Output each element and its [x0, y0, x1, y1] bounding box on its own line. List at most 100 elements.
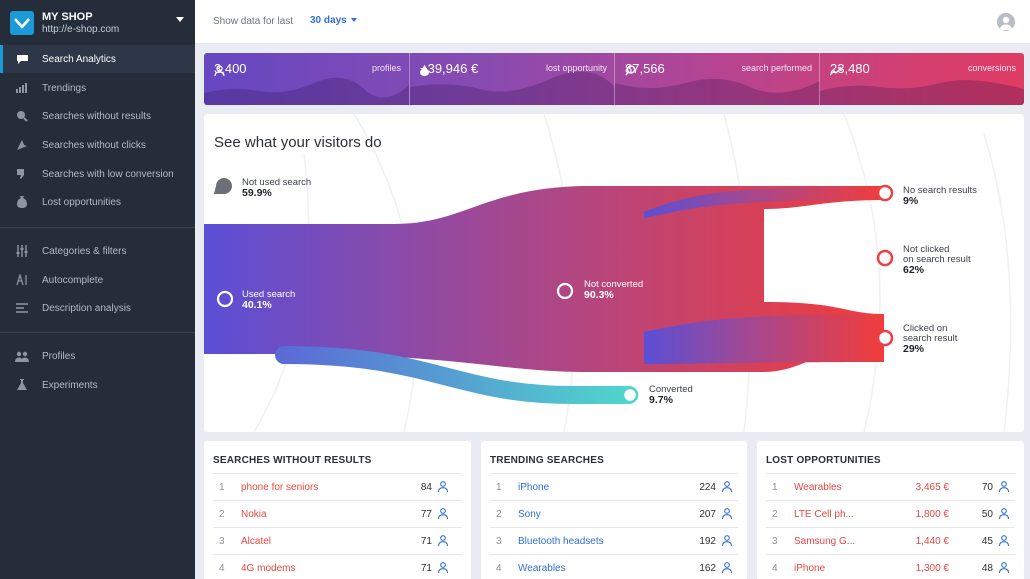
- person-icon[interactable]: [998, 562, 1010, 576]
- stat-label: search performed: [741, 63, 812, 73]
- person-icon[interactable]: [721, 508, 733, 522]
- person-icon[interactable]: [721, 535, 733, 549]
- person-icon[interactable]: [998, 481, 1010, 495]
- stats-bar: 3,400 profiles −39,946 € lost opportunit…: [204, 53, 1024, 105]
- sidebar-item-label: Searches with low conversion: [42, 169, 174, 180]
- sidebar-item-label: Searches without results: [42, 111, 151, 122]
- money-drop-icon: [420, 65, 429, 76]
- table-row[interactable]: 1 phone for seniors 84: [213, 473, 462, 500]
- shop-name: MY SHOP: [42, 11, 93, 23]
- stat-conversions[interactable]: 23,480 conversions: [820, 53, 1024, 105]
- chevron-down-icon: [350, 18, 357, 23]
- sidebar-item-label: Trendings: [42, 83, 87, 94]
- sidebar-item-label: Lost opportunities: [42, 197, 121, 208]
- funnel-title: See what your visitors do: [214, 134, 382, 151]
- sidebar-item-searches-without-clicks[interactable]: Searches without clicks: [0, 131, 195, 159]
- person-icon[interactable]: [721, 562, 733, 576]
- chat-icon: [15, 53, 29, 65]
- main-content: 3,400 profiles −39,946 € lost opportunit…: [195, 44, 1030, 579]
- stat-label: profiles: [371, 63, 401, 73]
- sidebar-item-label: Experiments: [42, 380, 98, 391]
- sidebar-item-trendings[interactable]: Trendings: [0, 74, 195, 102]
- table-row[interactable]: 3 Alcatel 71: [213, 527, 462, 554]
- table-row[interactable]: 3 Bluetooth headsets 192: [490, 527, 738, 554]
- date-range-select[interactable]: 30 days: [310, 15, 357, 26]
- sidebar-divider: [0, 332, 195, 333]
- sidebar-item-description-analysis[interactable]: Description analysis: [0, 294, 195, 322]
- not-used-marker: [214, 178, 232, 194]
- date-range-label: Show data for last: [213, 16, 294, 27]
- bar-chart-icon: [15, 82, 29, 94]
- person-icon[interactable]: [437, 481, 449, 495]
- sidebar-item-label: Profiles: [42, 351, 76, 362]
- person-icon[interactable]: [721, 481, 733, 495]
- stat-label: lost opportunity: [545, 63, 607, 73]
- stat-profiles[interactable]: 3,400 profiles: [204, 53, 409, 105]
- panel-trending-searches: TRENDING SEARCHES 1 iPhone 224 2 Sony 207 3B…: [481, 441, 747, 579]
- search-icon: [625, 65, 636, 76]
- sidebar-item-autocomplete[interactable]: Autocomplete: [0, 266, 195, 294]
- sidebar-item-low-conversion[interactable]: Searches with low conversion: [0, 160, 195, 188]
- sidebar-item-label: Search Analytics: [42, 54, 116, 65]
- sidebar-item-label: Description analysis: [42, 303, 131, 314]
- sliders-icon: [15, 245, 29, 257]
- panel-title: TRENDING SEARCHES: [490, 455, 604, 466]
- money-bag-icon: [15, 196, 29, 208]
- person-icon[interactable]: [437, 535, 449, 549]
- panel-title: LOST OPPORTUNITIES: [766, 455, 881, 466]
- panel-lost-opportunities: LOST OPPORTUNITIES 1 Wearables 3,465 €70 2…: [757, 441, 1024, 579]
- sidebar-divider: [0, 227, 195, 228]
- users-icon: [15, 350, 29, 362]
- table-row[interactable]: 4 4G modems 71: [213, 554, 462, 579]
- sidebar-item-search-analytics[interactable]: Search Analytics: [0, 45, 195, 73]
- person-icon[interactable]: [437, 562, 449, 576]
- node-not-used-search: Not used search 59.9%: [242, 177, 312, 199]
- text-cursor-icon: [15, 274, 29, 286]
- node-not-clicked: Not clicked on search result 62%: [903, 244, 971, 276]
- person-icon[interactable]: [998, 535, 1010, 549]
- table-row[interactable]: 2 Nokia 77: [213, 500, 462, 527]
- person-icon[interactable]: [998, 508, 1010, 522]
- cursor-off-icon: [15, 139, 29, 151]
- chevron-down-icon[interactable]: [176, 17, 184, 22]
- node-no-search-results: No search results 9%: [903, 185, 977, 207]
- panel-title: SEARCHES WITHOUT RESULTS: [213, 455, 372, 466]
- sidebar-item-label: Categories & filters: [42, 246, 127, 257]
- logo-icon: [10, 11, 34, 35]
- sidebar-item-label: Searches without clicks: [42, 140, 146, 151]
- node-used-search: Used search 40.1%: [242, 289, 296, 311]
- table-row[interactable]: 3 Samsung G... 1,440 €45: [766, 527, 1015, 554]
- thumbs-down-icon: [15, 168, 29, 180]
- table-row[interactable]: 4 iPhone 1,300 €48: [766, 554, 1015, 579]
- stat-label: conversions: [967, 63, 1016, 73]
- sidebar: MY SHOP http://e-shop.com Search Analyti…: [0, 0, 195, 579]
- table-row[interactable]: 1 Wearables 3,465 €70: [766, 473, 1015, 500]
- node-converted: Converted 9.7%: [649, 384, 693, 406]
- visitor-funnel-card: See what your visitors do Not used searc…: [204, 114, 1024, 432]
- shop-switcher[interactable]: MY SHOP http://e-shop.com: [10, 9, 190, 39]
- avatar[interactable]: [997, 13, 1015, 31]
- stat-lost-opportunity[interactable]: −39,946 € lost opportunity: [410, 53, 615, 105]
- top-bar: Show data for last 30 days: [195, 0, 1030, 44]
- sidebar-item-label: Autocomplete: [42, 275, 104, 286]
- search-x-icon: [15, 110, 29, 122]
- lines-icon: [15, 302, 29, 314]
- sidebar-item-categories-filters[interactable]: Categories & filters: [0, 237, 195, 265]
- table-row[interactable]: 1 iPhone 224: [490, 473, 738, 500]
- table-row[interactable]: 2 Sony 207: [490, 500, 738, 527]
- funnel-diagram: [204, 114, 1012, 432]
- sidebar-item-experiments[interactable]: Experiments: [0, 371, 195, 399]
- flask-icon: [15, 379, 29, 391]
- node-clicked: Clicked on search result 29%: [903, 323, 958, 355]
- sidebar-item-profiles[interactable]: Profiles: [0, 342, 195, 370]
- trend-up-icon: [830, 67, 842, 76]
- stat-searches[interactable]: 87,566 search performed: [615, 53, 820, 105]
- person-icon[interactable]: [437, 508, 449, 522]
- table-row[interactable]: 2 LTE Cell ph... 1,800 €50: [766, 500, 1015, 527]
- panel-searches-without-results: SEARCHES WITHOUT RESULTS 1 phone for seni…: [204, 441, 471, 579]
- node-not-converted: Not converted 90.3%: [584, 279, 644, 301]
- sidebar-item-searches-without-results[interactable]: Searches without results: [0, 102, 195, 130]
- shop-url: http://e-shop.com: [42, 24, 120, 35]
- sidebar-item-lost-opportunities[interactable]: Lost opportunities: [0, 188, 195, 216]
- table-row[interactable]: 4 Wearables 162: [490, 554, 738, 579]
